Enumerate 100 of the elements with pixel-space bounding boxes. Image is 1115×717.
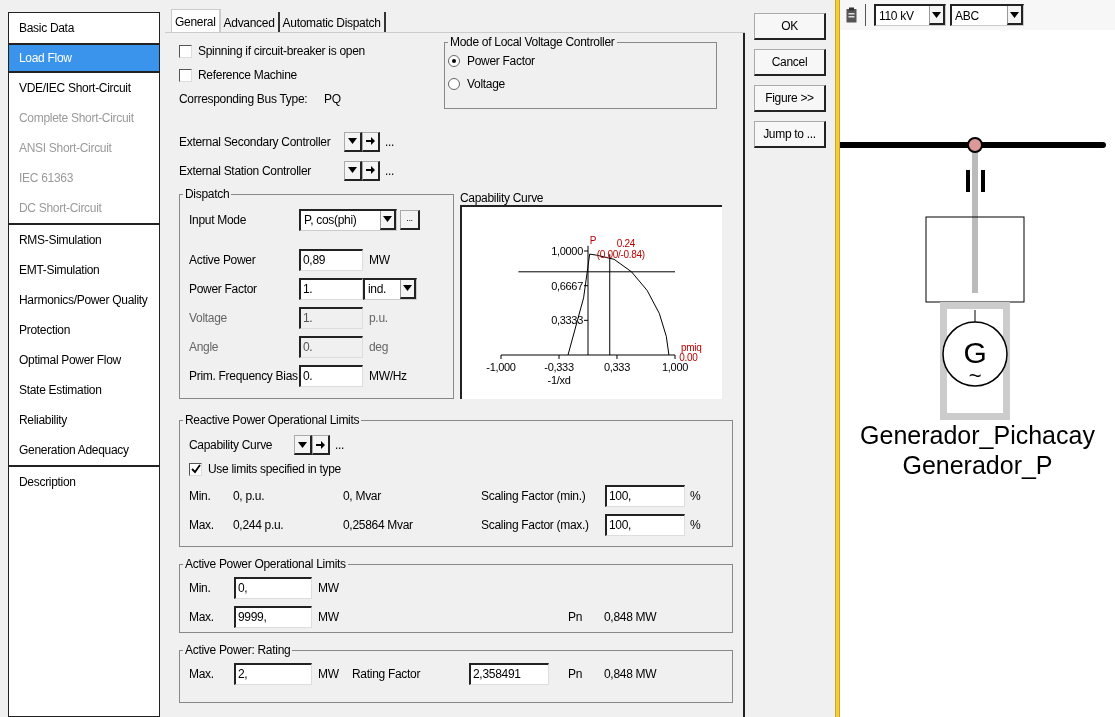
field-label: Input Mode: [189, 211, 248, 229]
clipboard-icon[interactable]: [846, 7, 857, 23]
radio-label: Voltage: [467, 75, 505, 93]
input-field[interactable]: 0,: [234, 576, 312, 599]
field-label: Voltage: [189, 309, 228, 327]
checkbox-label: Reference Machine: [198, 67, 297, 84]
tick-label: 1,0000: [551, 245, 583, 257]
input-field[interactable]: 100,: [605, 484, 685, 507]
field-label: Angle: [189, 338, 220, 356]
tick-label: -1,000: [486, 361, 516, 373]
field-label: Capability Curve: [189, 437, 274, 454]
dialog-button[interactable]: Cancel: [754, 49, 826, 76]
dropdown-value: P, cos(phi): [304, 212, 357, 229]
jump-button[interactable]: [362, 131, 380, 152]
dropdown[interactable]: 110 kV: [874, 4, 946, 26]
more-link[interactable]: ...: [335, 436, 345, 454]
annotation: pmiq: [681, 341, 702, 353]
tab[interactable]: Advanced: [220, 12, 280, 32]
dropdown-value: ABC: [955, 7, 979, 25]
field-label: Power Factor: [189, 280, 258, 298]
input-field[interactable]: 2,358491: [469, 662, 549, 685]
more-link[interactable]: ...: [385, 161, 395, 180]
jump-button[interactable]: [312, 435, 330, 455]
sidebar-item[interactable]: Reliability: [9, 405, 159, 435]
field-label: Active Power: [189, 251, 257, 269]
field-value: 0, p.u.: [233, 487, 266, 505]
unit-label: %: [690, 487, 701, 505]
caret-icon: [383, 216, 392, 222]
input-field[interactable]: 0,89: [299, 248, 363, 271]
sidebar-item[interactable]: Harmonics/Power Quality: [9, 285, 159, 315]
tab[interactable]: General: [171, 9, 221, 32]
caret-icon: [348, 167, 357, 173]
field-label: Scaling Factor (max.): [481, 516, 590, 534]
unit-label: MW: [318, 665, 340, 683]
tick-label: 0,3333: [551, 314, 583, 327]
element-label: Generador_P: [902, 450, 1053, 480]
input-field[interactable]: 1.: [299, 277, 363, 300]
arrow-right-icon: [316, 440, 325, 449]
dropdown[interactable]: ind.: [363, 277, 417, 300]
field-label: External Secondary Controller: [179, 133, 332, 151]
caret-icon: [1010, 11, 1019, 18]
input-field[interactable]: 2,: [234, 662, 312, 685]
caret-icon: [298, 441, 307, 448]
radio-label: Power Factor: [467, 52, 535, 70]
dropdown-button[interactable]: [294, 435, 312, 455]
unit-label: MW/Hz: [369, 367, 407, 385]
generator-symbol: G ~: [940, 302, 1010, 420]
input-field[interactable]: 100,: [605, 513, 685, 536]
field-label: Prim. Frequency Bias: [189, 367, 299, 385]
field-value: 0,848 MW: [604, 665, 657, 683]
sidebar-item[interactable]: Generation Adequacy: [9, 435, 159, 465]
checkbox[interactable]: [179, 44, 192, 58]
more-button[interactable]: ...: [400, 209, 420, 230]
bus-node: [967, 137, 983, 153]
more-link[interactable]: ...: [385, 132, 395, 151]
tick-label: 0,333: [603, 361, 630, 373]
dialog-button[interactable]: OK: [754, 13, 826, 40]
group-title: Active Power Operational Limits: [184, 557, 347, 571]
field-label: Max.: [189, 608, 215, 626]
group-title: Mode of Local Voltage Controller: [449, 35, 616, 49]
radio-button[interactable]: [448, 77, 460, 90]
input-field[interactable]: 0.: [299, 364, 363, 387]
axis-label: -1/xd: [547, 374, 571, 386]
tick-label: 0,6667: [551, 279, 583, 292]
sidebar-item[interactable]: Protection: [9, 315, 159, 345]
sidebar-item[interactable]: State Estimation: [9, 375, 159, 405]
jump-button[interactable]: [362, 160, 380, 181]
sidebar-item[interactable]: Description: [9, 467, 159, 497]
unit-label: deg: [369, 338, 389, 356]
field-label: Scaling Factor (min.): [481, 487, 587, 505]
field-label: Max.: [189, 516, 215, 534]
field-label: Min.: [189, 579, 212, 597]
checkbox[interactable]: [179, 68, 192, 82]
field-label: External Station Controller: [179, 162, 312, 180]
checkbox[interactable]: [189, 462, 202, 476]
dropdown-button[interactable]: [344, 160, 362, 181]
sidebar-item[interactable]: VDE/IEC Short-Circuit: [9, 73, 159, 103]
dropdown-button[interactable]: [344, 131, 362, 152]
caret-icon: [348, 138, 357, 144]
annotation: (0.00/-0.84): [596, 249, 645, 261]
sidebar-item[interactable]: RMS-Simulation: [9, 225, 159, 255]
field-label: Pn: [568, 608, 584, 626]
tab[interactable]: Automatic Dispatch: [279, 12, 386, 32]
dialog-button[interactable]: Figure >>: [754, 85, 826, 112]
input-field[interactable]: 9999,: [234, 605, 312, 628]
caret-icon: [932, 11, 941, 18]
caret-icon: [403, 285, 412, 291]
arrow-right-icon: [366, 137, 375, 145]
dropdown[interactable]: ABC: [950, 4, 1024, 26]
field-label: Rating Factor: [352, 665, 422, 683]
breaker-icon: [966, 170, 985, 192]
checkbox-label: Use limits specified in type: [208, 461, 341, 478]
dialog-button[interactable]: Jump to ...: [754, 121, 826, 148]
tick-label: 1,000: [662, 361, 688, 373]
unit-label: MW: [369, 251, 390, 269]
sidebar-item[interactable]: Basic Data: [9, 13, 159, 43]
radio-button[interactable]: [448, 54, 460, 67]
sidebar-item[interactable]: EMT-Simulation: [9, 255, 159, 285]
sidebar-item[interactable]: Optimal Power Flow: [9, 345, 159, 375]
dropdown[interactable]: P, cos(phi): [299, 208, 397, 231]
